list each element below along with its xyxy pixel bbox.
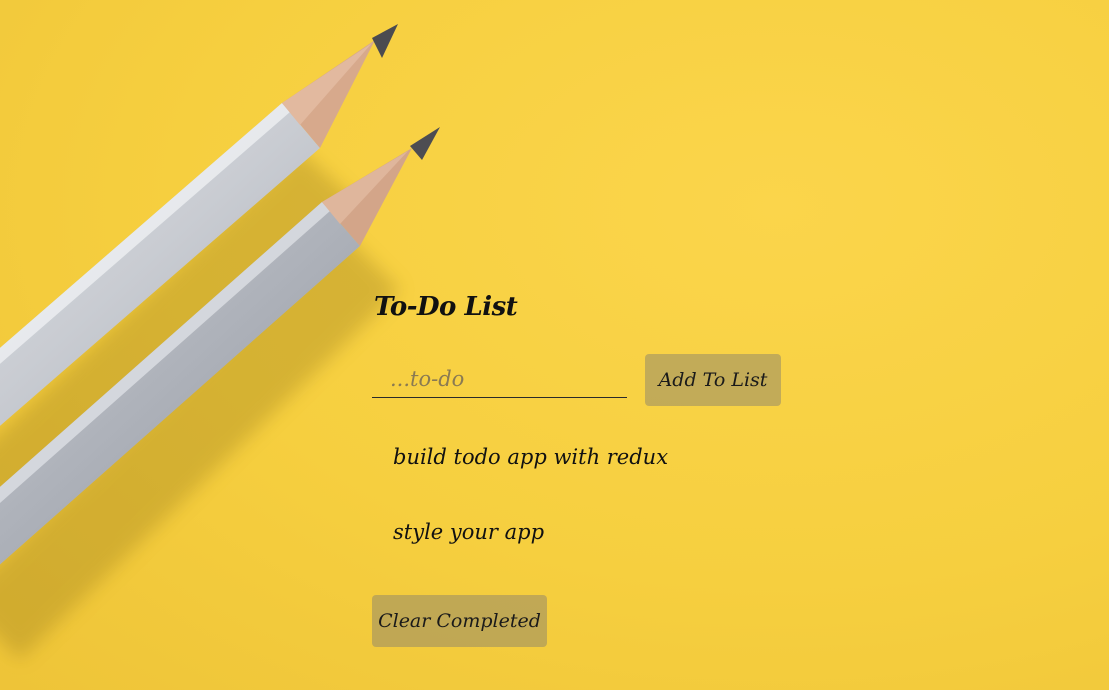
todo-input[interactable]: [372, 360, 627, 398]
todo-item[interactable]: build todo app with redux: [393, 445, 668, 469]
clear-completed-button[interactable]: Clear Completed: [372, 595, 547, 647]
background-pencils-image: [0, 24, 440, 660]
page-title: To-Do List: [374, 292, 518, 322]
add-to-list-button[interactable]: Add To List: [645, 354, 781, 406]
todo-item[interactable]: style your app: [393, 520, 544, 544]
